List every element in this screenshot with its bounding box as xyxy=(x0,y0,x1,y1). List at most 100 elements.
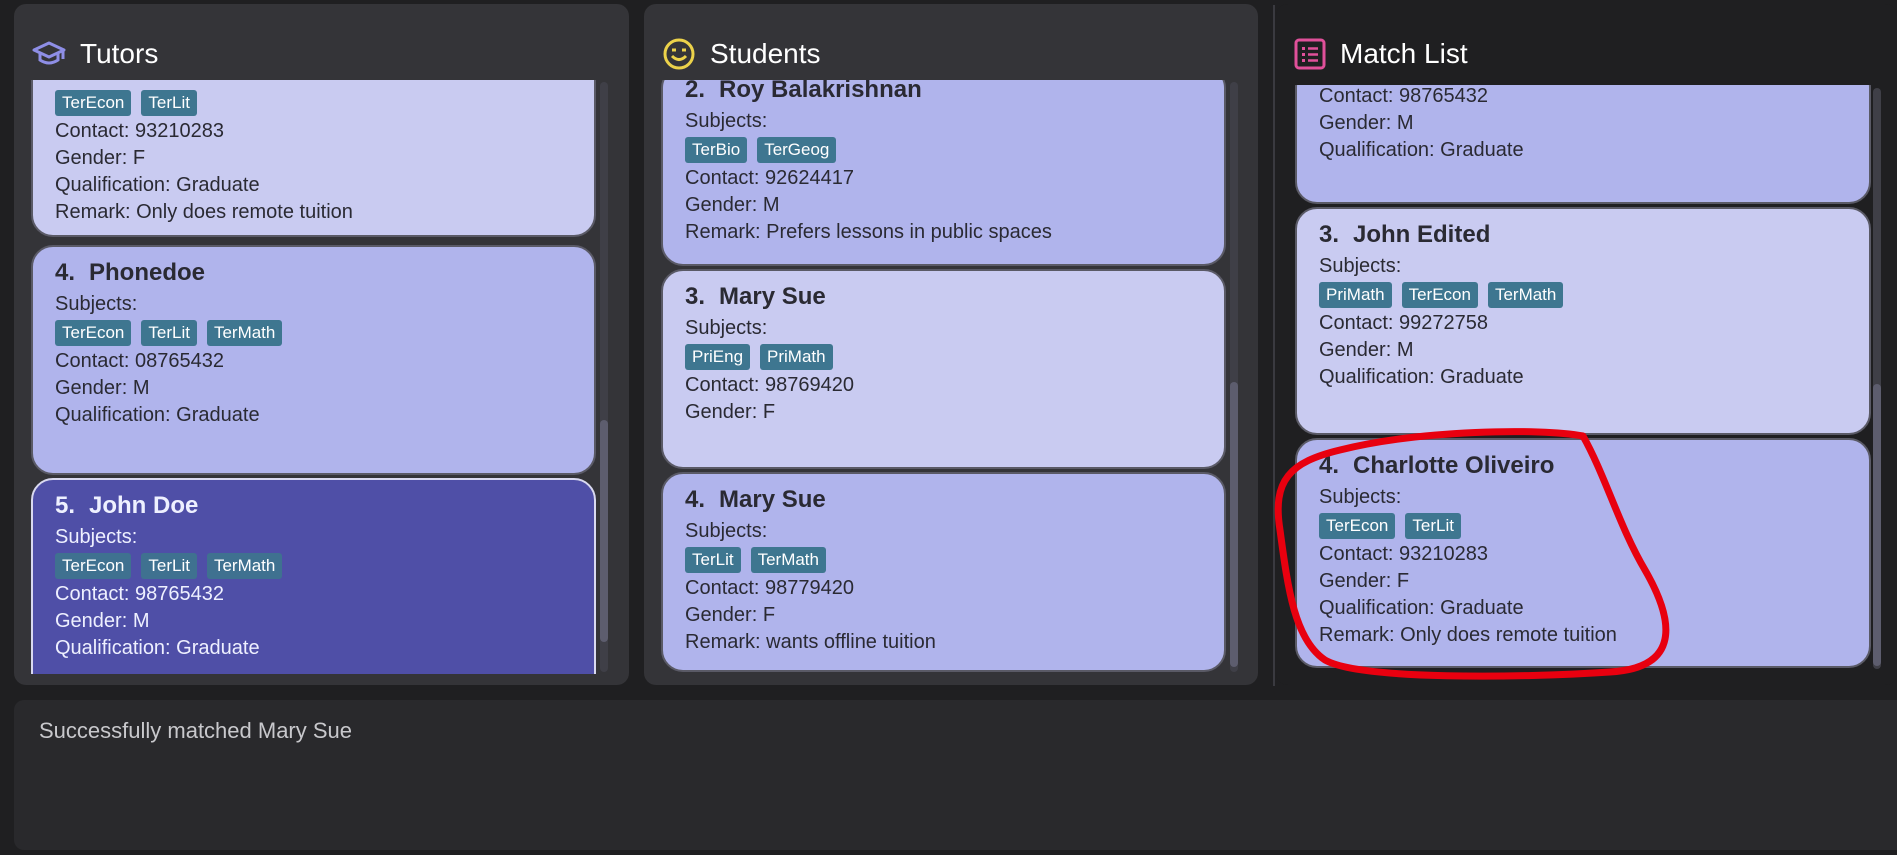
tutor-tags: TerEcon TerLit TerMath xyxy=(55,320,572,346)
subjects-label: Subjects: xyxy=(55,293,138,315)
list-icon xyxy=(1294,38,1326,70)
student-contact: Contact: 98769420 xyxy=(685,374,855,396)
student-gender: Gender: F xyxy=(685,401,776,423)
students-header: Students xyxy=(662,34,821,74)
tutor-qualification: Qualification: Graduate xyxy=(55,404,260,426)
tutor-name: 5. John Doe xyxy=(55,492,572,520)
subject-tag: TerEcon xyxy=(55,90,132,116)
panel-divider xyxy=(1273,5,1275,686)
student-contact: Contact: 92624417 xyxy=(685,167,855,189)
student-tags: TerBio TerGeog xyxy=(685,137,1202,163)
subject-tag: TerMath xyxy=(206,320,283,346)
subject-tag: TerMath xyxy=(206,553,283,579)
student-remark: Remark: Prefers lessons in public spaces xyxy=(685,221,1052,243)
subject-tag: TerEcon xyxy=(55,320,132,346)
student-list[interactable]: 2. Roy Balakrishnan Subjects: TerBio Ter… xyxy=(661,80,1243,674)
subjects-label: Subjects: xyxy=(685,520,768,542)
subject-tag: TerLit xyxy=(141,90,197,116)
tutor-card[interactable]: TerEcon TerLit Contact: 93210283 Gender:… xyxy=(31,80,596,237)
student-name-text: Roy Balakrishnan xyxy=(719,80,922,103)
subject-tag: TerEcon xyxy=(55,553,132,579)
subject-tag: TerMath xyxy=(750,547,826,573)
match-gender: Gender: M xyxy=(1319,112,1414,134)
student-name: 2. Roy Balakrishnan xyxy=(685,80,1202,104)
match-name-text: Charlotte Oliveiro xyxy=(1353,452,1555,479)
subjects-label: Subjects: xyxy=(1319,255,1402,277)
tutor-card-selected[interactable]: 5. John Doe Subjects: TerEcon TerLit Ter… xyxy=(31,478,596,674)
student-card[interactable]: 2. Roy Balakrishnan Subjects: TerBio Ter… xyxy=(661,80,1226,266)
subject-tag: PriMath xyxy=(760,344,833,370)
tutor-tags: TerEcon TerLit xyxy=(55,90,572,116)
match-card[interactable]: 4. Charlotte Oliveiro Subjects: TerEcon … xyxy=(1295,438,1871,668)
subject-tag: PriMath xyxy=(1319,282,1392,308)
student-gender: Gender: M xyxy=(685,194,780,216)
matchlist-scrollbar[interactable] xyxy=(1873,88,1881,669)
smiley-face-icon xyxy=(662,37,696,71)
matchlist-scroll-thumb[interactable] xyxy=(1873,384,1881,666)
match-qualification: Qualification: Graduate xyxy=(1319,597,1524,619)
match-gender: Gender: F xyxy=(1319,570,1410,592)
tutor-tags: TerEcon TerLit TerMath xyxy=(55,553,572,579)
student-card[interactable]: 3. Mary Sue Subjects: PriEng PriMath Con… xyxy=(661,269,1226,469)
match-remark: Remark: Only does remote tuition xyxy=(1319,624,1617,646)
students-title: Students xyxy=(710,38,821,69)
tutor-contact: Contact: 98765432 xyxy=(55,583,225,605)
students-panel: Students 2. Roy Balakrishnan Subjects: T… xyxy=(644,4,1258,685)
match-contact: Contact: 99272758 xyxy=(1319,312,1489,334)
subject-tag: TerMath xyxy=(1487,282,1564,308)
subjects-label: Subjects: xyxy=(1319,486,1402,508)
tutors-header: Tutors xyxy=(32,34,158,74)
student-index: 3. xyxy=(685,283,706,310)
match-contact: Contact: 98765432 xyxy=(1319,85,1489,107)
tutor-contact: Contact: 93210283 xyxy=(55,120,225,142)
match-card[interactable]: 3. John Edited Subjects: PriMath TerEcon… xyxy=(1295,207,1871,435)
match-qualification: Qualification: Graduate xyxy=(1319,139,1524,161)
subject-tag: PriEng xyxy=(685,344,751,370)
tutor-name-text: Phonedoe xyxy=(89,259,206,286)
tutor-name: 4. Phonedoe xyxy=(55,259,572,287)
subject-tag: TerLit xyxy=(141,320,197,346)
student-tags: TerLit TerMath xyxy=(685,547,1202,573)
subject-tag: TerGeog xyxy=(757,137,837,163)
subject-tag: TerLit xyxy=(1405,513,1461,539)
student-remark: Remark: wants offline tuition xyxy=(685,631,936,653)
tutor-name-text: John Doe xyxy=(89,492,199,519)
tutor-scrollbar[interactable] xyxy=(600,82,608,672)
student-index: 4. xyxy=(685,486,706,513)
match-tags: PriMath TerEcon TerMath xyxy=(1319,282,1847,308)
student-tags: PriEng PriMath xyxy=(685,344,1202,370)
student-name-text: Mary Sue xyxy=(719,486,826,513)
subject-tag: TerBio xyxy=(685,137,748,163)
tutor-contact: Contact: 08765432 xyxy=(55,350,225,372)
tutor-index: 5. xyxy=(55,492,76,519)
student-contact: Contact: 98779420 xyxy=(685,577,855,599)
matchlist-panel: Match List Contact: 98765432 Gender: M Q… xyxy=(1276,4,1897,685)
tutor-gender: Gender: M xyxy=(55,610,150,632)
tutor-scroll-thumb[interactable] xyxy=(600,420,608,642)
student-name-text: Mary Sue xyxy=(719,283,826,310)
student-scroll-thumb[interactable] xyxy=(1230,382,1238,667)
graduation-cap-icon xyxy=(32,39,66,69)
match-name: 3. John Edited xyxy=(1319,221,1847,249)
match-contact: Contact: 93210283 xyxy=(1319,543,1489,565)
match-list[interactable]: Contact: 98765432 Gender: M Qualificatio… xyxy=(1295,85,1875,672)
tutor-card[interactable]: 4. Phonedoe Subjects: TerEcon TerLit Ter… xyxy=(31,245,596,475)
tutor-gender: Gender: M xyxy=(55,377,150,399)
tutor-remark: Remark: Only does remote tuition xyxy=(55,201,353,223)
match-tags: TerEcon TerLit xyxy=(1319,513,1847,539)
tutor-list[interactable]: TerEcon TerLit Contact: 93210283 Gender:… xyxy=(31,80,613,674)
student-scrollbar[interactable] xyxy=(1230,82,1238,672)
student-name: 3. Mary Sue xyxy=(685,283,1202,311)
match-gender: Gender: M xyxy=(1319,339,1414,361)
tutor-gender: Gender: F xyxy=(55,147,146,169)
match-card[interactable]: Contact: 98765432 Gender: M Qualificatio… xyxy=(1295,85,1871,204)
student-card[interactable]: 4. Mary Sue Subjects: TerLit TerMath Con… xyxy=(661,472,1226,672)
result-display[interactable]: Successfully matched Mary Sue xyxy=(14,700,1897,850)
subject-tag: TerLit xyxy=(685,547,741,573)
match-name-text: John Edited xyxy=(1353,221,1491,248)
match-qualification: Qualification: Graduate xyxy=(1319,366,1524,388)
matchlist-title: Match List xyxy=(1340,38,1468,69)
student-index: 2. xyxy=(685,80,706,103)
subject-tag: TerLit xyxy=(141,553,197,579)
tutors-title: Tutors xyxy=(80,38,159,69)
